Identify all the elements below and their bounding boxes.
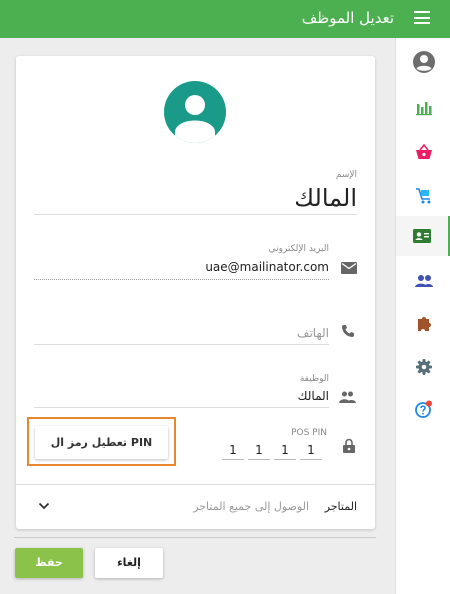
phone-underline <box>34 344 329 345</box>
email-input[interactable]: uae@mailinator.com <box>205 260 329 274</box>
name-input[interactable]: المالك <box>294 184 357 212</box>
actions-divider <box>14 537 376 538</box>
email-underline <box>34 279 329 280</box>
role-select[interactable]: المالك <box>298 389 329 403</box>
pin-digit-4[interactable]: 1 <box>222 440 244 460</box>
people-icon <box>414 275 433 287</box>
bar-chart-icon <box>415 102 432 116</box>
chevron-down-icon[interactable] <box>38 502 50 510</box>
nav-item-help[interactable] <box>396 389 450 429</box>
hamburger-menu-icon[interactable] <box>414 11 430 24</box>
role-label: الوظيفة <box>299 374 329 384</box>
name-underline <box>34 214 357 215</box>
pin-digit-2[interactable]: 1 <box>274 440 296 460</box>
phone-icon <box>342 325 354 337</box>
puzzle-icon <box>417 317 431 331</box>
role-people-icon <box>339 391 356 403</box>
pin-digit-3[interactable]: 1 <box>248 440 270 460</box>
pin-digit-1[interactable]: 1 <box>300 440 322 460</box>
stores-select-value[interactable]: الوصول إلى جميع المتاجر <box>193 500 309 513</box>
name-label: الإسم <box>335 170 357 180</box>
gear-icon <box>415 359 432 375</box>
nav-item-integrations[interactable] <box>396 304 450 344</box>
pos-pin-label: POS PIN <box>291 428 327 438</box>
basket-icon <box>415 143 432 159</box>
cart-icon <box>415 188 430 204</box>
app-bar: تعديل الموظف <box>0 0 450 38</box>
nav-item-settings[interactable] <box>396 347 450 387</box>
page-title: تعديل الموظف <box>301 9 394 27</box>
nav-item-reports[interactable] <box>396 87 450 127</box>
employee-avatar[interactable] <box>164 81 226 143</box>
navigation-rail <box>395 38 450 594</box>
save-button[interactable]: حفظ <box>15 548 83 578</box>
employee-form-card: الإسم المالك البريد الإلكتروني uae@maili… <box>16 56 375 529</box>
help-icon <box>414 400 432 418</box>
nav-item-customers[interactable] <box>396 261 450 301</box>
role-underline <box>34 407 329 408</box>
email-label: البريد الإلكتروني <box>268 244 329 254</box>
nav-item-orders[interactable] <box>396 176 450 216</box>
account-circle-icon <box>412 51 435 73</box>
person-icon <box>175 95 215 143</box>
cancel-button[interactable]: إلغاء <box>95 548 163 578</box>
lock-icon <box>343 438 355 453</box>
phone-input[interactable]: الهاتف <box>297 326 329 340</box>
stores-divider <box>16 484 375 485</box>
stores-label: المتاجر <box>324 500 357 513</box>
employee-card-icon <box>413 229 431 243</box>
nav-item-account[interactable] <box>396 42 450 82</box>
nav-item-employees[interactable] <box>396 216 450 256</box>
nav-item-sales[interactable] <box>396 132 450 172</box>
disable-pin-button[interactable]: تعطيل رمز ال PIN <box>35 426 168 459</box>
email-icon <box>341 262 357 274</box>
